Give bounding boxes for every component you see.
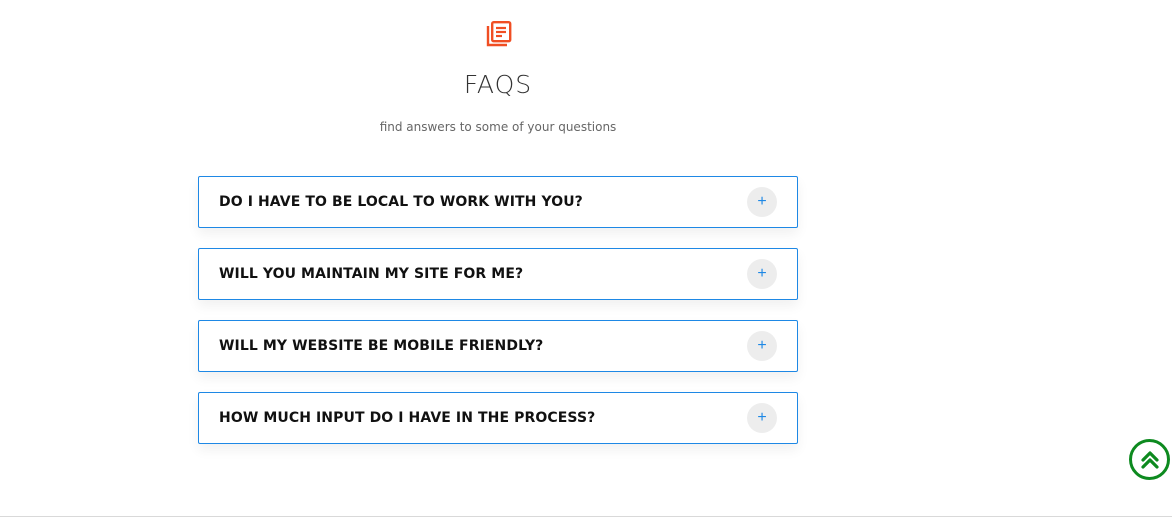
faq-question: WILL MY WEBSITE BE MOBILE FRIENDLY? bbox=[219, 338, 544, 354]
book-list-icon bbox=[485, 20, 513, 48]
plus-icon[interactable]: + bbox=[747, 187, 777, 217]
faq-question: WILL YOU MAINTAIN MY SITE FOR ME? bbox=[219, 266, 524, 282]
plus-icon[interactable]: + bbox=[747, 331, 777, 361]
double-chevron-up-icon bbox=[1140, 450, 1159, 469]
plus-icon[interactable]: + bbox=[747, 259, 777, 289]
faq-item-input[interactable]: HOW MUCH INPUT DO I HAVE IN THE PROCESS?… bbox=[198, 392, 798, 444]
faq-section: FAQS find answers to some of your questi… bbox=[0, 0, 1172, 520]
faq-item-mobile[interactable]: WILL MY WEBSITE BE MOBILE FRIENDLY? + bbox=[198, 320, 798, 372]
faq-item-maintain[interactable]: WILL YOU MAINTAIN MY SITE FOR ME? + bbox=[198, 248, 798, 300]
faq-list: DO I HAVE TO BE LOCAL TO WORK WITH YOU? … bbox=[198, 176, 798, 464]
plus-icon[interactable]: + bbox=[747, 403, 777, 433]
scroll-to-top-button[interactable] bbox=[1129, 439, 1170, 480]
faq-item-local[interactable]: DO I HAVE TO BE LOCAL TO WORK WITH YOU? … bbox=[198, 176, 798, 228]
faq-question: HOW MUCH INPUT DO I HAVE IN THE PROCESS? bbox=[219, 410, 596, 426]
page-title: FAQS bbox=[463, 70, 533, 99]
page-subtitle: find answers to some of your questions bbox=[379, 120, 617, 134]
footer-divider bbox=[0, 516, 1172, 517]
faq-question: DO I HAVE TO BE LOCAL TO WORK WITH YOU? bbox=[219, 194, 583, 210]
